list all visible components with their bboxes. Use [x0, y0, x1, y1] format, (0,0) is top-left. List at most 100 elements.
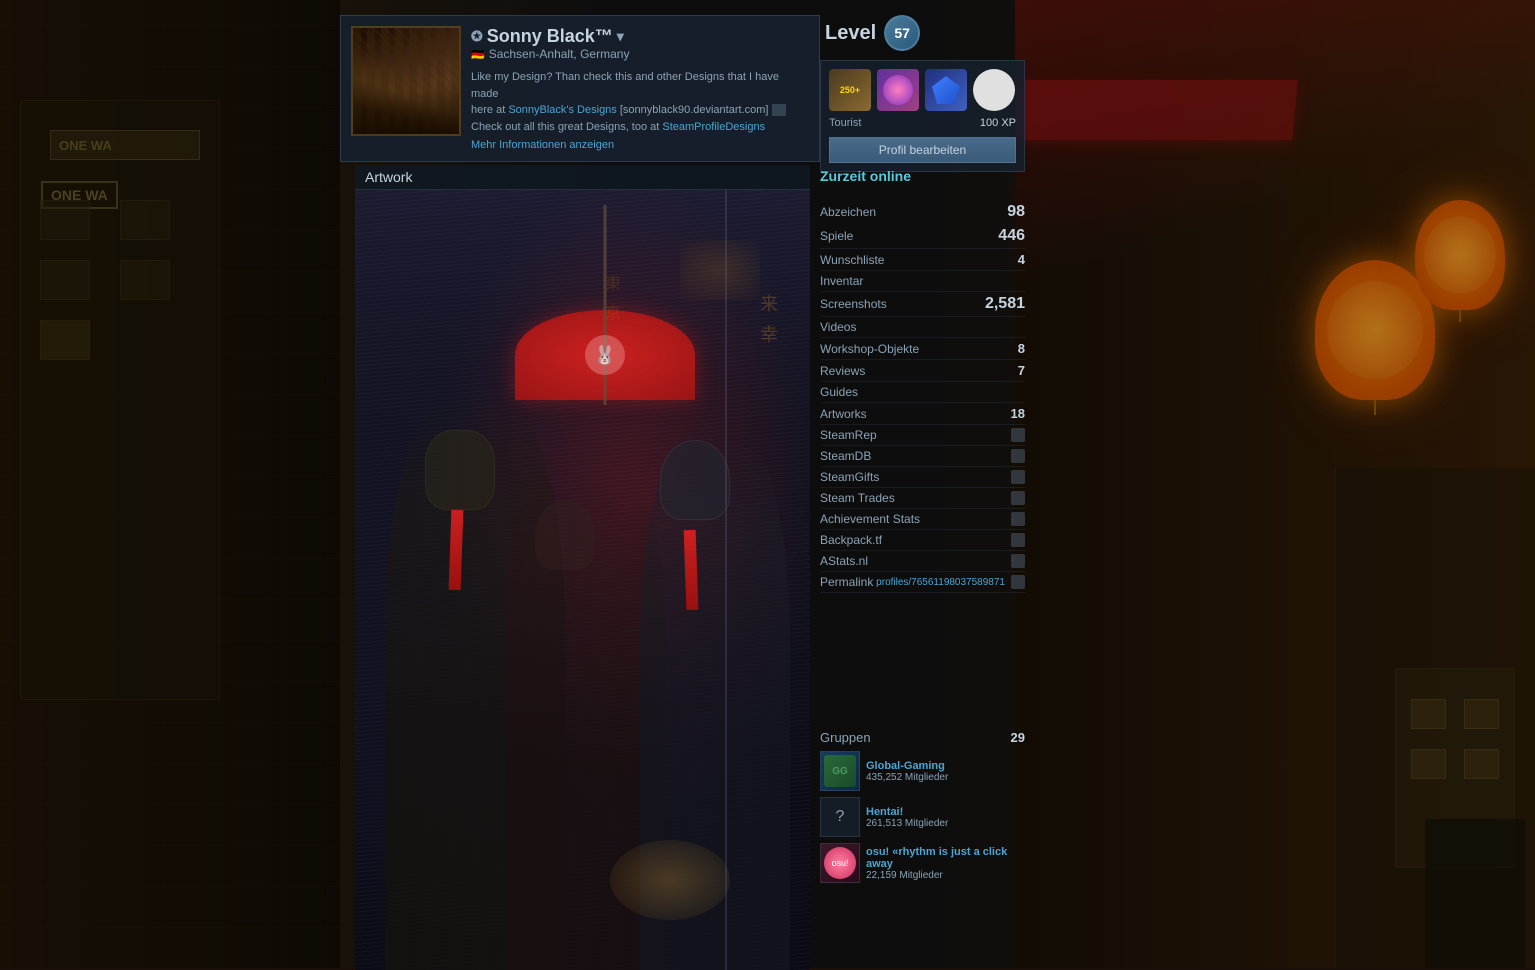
inventar-row[interactable]: Inventar: [820, 271, 1025, 292]
group-info-1: Global-Gaming 435,252 Mitglieder: [866, 760, 948, 783]
bg-glow-1: [610, 840, 730, 920]
profile-location: Sachsen-Anhalt, Germany: [471, 47, 809, 61]
steamgifts-label: SteamGifts: [820, 470, 879, 484]
groups-section: Gruppen 29 GG Global-Gaming 435,252 Mitg…: [820, 730, 1025, 889]
astats-label: AStats.nl: [820, 554, 868, 568]
spiele-value: 446: [998, 227, 1025, 245]
groups-label: Gruppen: [820, 730, 871, 745]
badge-xp: 100 XP: [980, 117, 1016, 129]
artwork-title: Artwork: [355, 165, 810, 190]
profile-header-card: ✪ Sonny Black™ ▾ Sachsen-Anhalt, Germany…: [340, 15, 820, 162]
permalink-label: Permalink: [820, 575, 873, 589]
abzeichen-row: Abzeichen 98: [820, 200, 1025, 224]
badge-circle[interactable]: [973, 69, 1015, 111]
group-avatar-1: GG: [820, 751, 860, 791]
steamdb-label: SteamDB: [820, 449, 871, 463]
group-name-1: Global-Gaming: [866, 760, 948, 772]
reviews-row: Reviews 7: [820, 360, 1025, 382]
group-name-2: Hentai!: [866, 806, 948, 818]
steamtrades-label: Steam Trades: [820, 491, 895, 505]
videos-row[interactable]: Videos: [820, 317, 1025, 338]
steamtrades-row[interactable]: Steam Trades: [820, 488, 1025, 509]
profile-dropdown-icon[interactable]: ▾: [617, 28, 624, 45]
dark-overlay-right: [1015, 0, 1535, 968]
badge-250plus[interactable]: 250+: [829, 69, 871, 111]
level-badge: 57: [884, 15, 920, 51]
videos-label: Videos: [820, 320, 856, 334]
desc-text-3: Check out all this great Designs, too at: [471, 121, 659, 133]
groups-title-row: Gruppen 29: [820, 730, 1025, 745]
group-avatar-3: osu!: [820, 843, 860, 883]
abzeichen-value: 98: [1007, 203, 1025, 221]
dark-overlay-left: [0, 0, 340, 968]
profile-name-prefix: ✪: [471, 28, 483, 45]
workshop-row: Workshop-Objekte 8: [820, 338, 1025, 360]
profile-location-text: Sachsen-Anhalt, Germany: [489, 47, 630, 61]
achievement-stats-label: Achievement Stats: [820, 512, 920, 526]
level-container: Level 57: [825, 15, 920, 51]
steamrep-label: SteamRep: [820, 428, 877, 442]
permalink-value[interactable]: profiles/76561198037589871: [876, 577, 1005, 588]
badge-blue[interactable]: [925, 69, 967, 111]
guides-row[interactable]: Guides: [820, 382, 1025, 403]
groups-count: 29: [1011, 730, 1025, 745]
steamdb-row[interactable]: SteamDB: [820, 446, 1025, 467]
steamprofiledesigns-link[interactable]: SteamProfileDesigns: [662, 121, 765, 133]
art-vertical-divider: [725, 190, 727, 970]
group-item-1[interactable]: GG Global-Gaming 435,252 Mitglieder: [820, 751, 1025, 791]
backpack-label: Backpack.tf: [820, 533, 882, 547]
steamgifts-icon: [1011, 470, 1025, 484]
backpack-row[interactable]: Backpack.tf: [820, 530, 1025, 551]
badge-row: 250+: [829, 69, 1016, 111]
permalink-row: Permalink profiles/76561198037589871: [820, 572, 1025, 593]
spiele-row: Spiele 446: [820, 224, 1025, 249]
wunschliste-row: Wunschliste 4: [820, 249, 1025, 271]
more-info-link[interactable]: Mehr Informationen anzeigen: [471, 139, 809, 151]
screenshots-row: Screenshots 2,581: [820, 292, 1025, 317]
group-info-2: Hentai! 261,513 Mitglieder: [866, 806, 948, 829]
steamtrades-icon: [1011, 491, 1025, 505]
asian-signs-2: 東 京: [605, 270, 635, 370]
group-item-2[interactable]: ? Hentai! 261,513 Mitglieder: [820, 797, 1025, 837]
reviews-value: 7: [1018, 363, 1025, 378]
steamrep-icon: [1011, 428, 1025, 442]
sonnyblack-link[interactable]: SonnyBlack's Designs: [508, 104, 617, 116]
artwork-image: 🐰 来 幸 東 京: [355, 190, 810, 970]
profile-name-text: Sonny Black™: [487, 26, 613, 47]
workshop-value: 8: [1018, 341, 1025, 356]
guides-label: Guides: [820, 385, 858, 399]
astats-row[interactable]: AStats.nl: [820, 551, 1025, 572]
group-info-3: osu! «rhythm is just a click away 22,159…: [866, 846, 1025, 881]
spiele-label: Spiele: [820, 229, 853, 243]
artworks-row: Artworks 18: [820, 403, 1025, 425]
level-value: 57: [894, 25, 910, 41]
wunschliste-value: 4: [1018, 252, 1025, 267]
artwork-section: Artwork 🐰: [355, 165, 810, 970]
reviews-label: Reviews: [820, 364, 865, 378]
group-item-3[interactable]: osu! osu! «rhythm is just a click away 2…: [820, 843, 1025, 883]
steamgifts-row[interactable]: SteamGifts: [820, 467, 1025, 488]
artworks-value: 18: [1011, 406, 1025, 421]
desc-text-2: here at: [471, 104, 505, 116]
group-members-2: 261,513 Mitglieder: [866, 818, 948, 829]
group-name-3: osu! «rhythm is just a click away: [866, 846, 1025, 870]
steamdb-icon: [1011, 449, 1025, 463]
profile-description: Like my Design? Than check this and othe…: [471, 69, 809, 135]
badge-colorful[interactable]: [877, 69, 919, 111]
asian-signs: 来 幸: [760, 290, 790, 410]
achievement-stats-row[interactable]: Achievement Stats: [820, 509, 1025, 530]
avatar: [351, 26, 461, 136]
online-status: Zurzeit online: [820, 168, 911, 184]
bg-glow-2: [680, 240, 760, 300]
workshop-label: Workshop-Objekte: [820, 342, 919, 356]
edit-profile-button[interactable]: Profil bearbeiten: [829, 137, 1016, 163]
permalink-copy-icon[interactable]: [1011, 575, 1025, 589]
desc-text-1: Like my Design? Than check this and othe…: [471, 71, 779, 100]
level-label: Level: [825, 22, 876, 45]
inventar-label: Inventar: [820, 274, 863, 288]
sonnyblack-url: [sonnyblack90.deviantart.com]: [620, 104, 769, 116]
steamrep-row[interactable]: SteamRep: [820, 425, 1025, 446]
astats-icon: [1011, 554, 1025, 568]
badge-showcase: 250+ Tourist 100 XP Profil bearbeiten: [820, 60, 1025, 172]
group-members-1: 435,252 Mitglieder: [866, 772, 948, 783]
